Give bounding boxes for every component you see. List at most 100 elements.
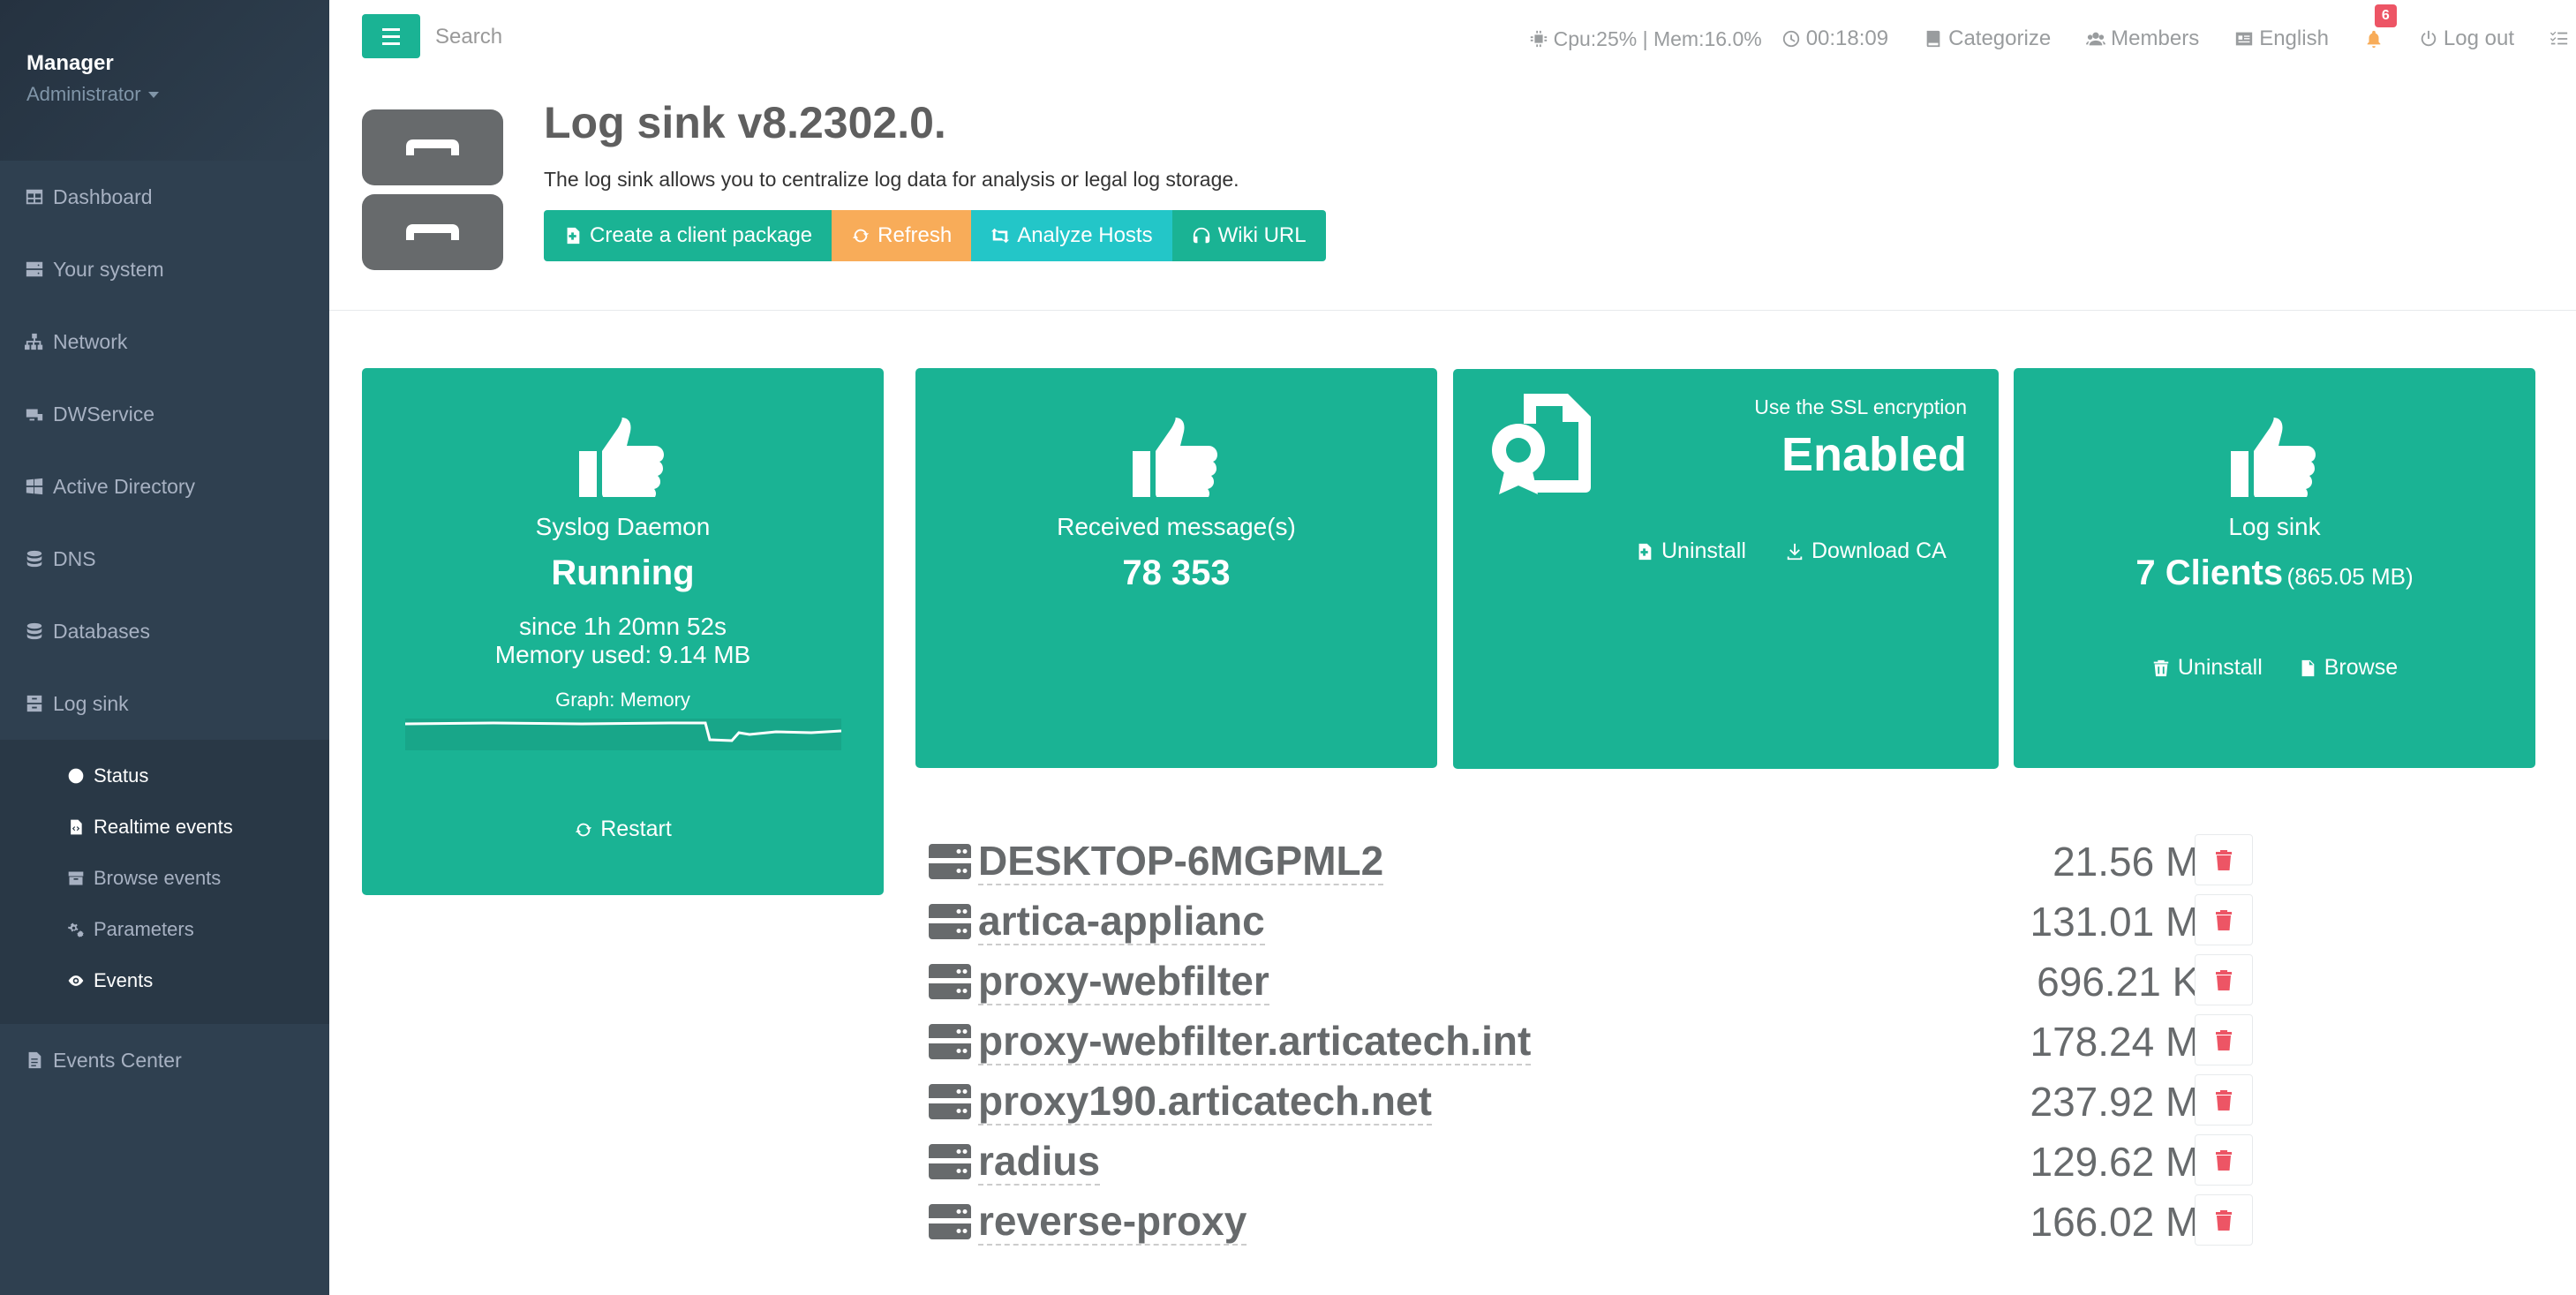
host-row: radius 129.62 MB — [929, 1132, 2253, 1192]
wiki-url-button[interactable]: Wiki URL — [1171, 210, 1326, 261]
ssl-uninstall-link[interactable]: Uninstall — [1635, 538, 1746, 564]
search-input[interactable] — [435, 18, 788, 56]
submenu-item-parameters[interactable]: Parameters — [0, 904, 329, 955]
hamburger-icon-bar — [382, 41, 400, 45]
host-size: 131.01 MB — [2030, 899, 2226, 945]
submenu-item-label: Realtime events — [94, 816, 233, 838]
sidebar-item-active-directory[interactable]: Active Directory — [0, 450, 329, 523]
delete-host-button[interactable] — [2195, 1194, 2253, 1246]
file-code-icon — [71, 819, 82, 835]
host-name-link[interactable]: radius — [978, 1138, 1101, 1186]
sitemap-icon — [25, 333, 43, 350]
log-sink-submenu: Status Realtime events Browse events Par… — [0, 740, 329, 1024]
server-icon — [929, 1024, 971, 1059]
delete-host-button[interactable] — [2195, 834, 2253, 885]
language-label: English — [2259, 26, 2329, 50]
download-ca-link[interactable]: Download CA — [1785, 538, 1947, 564]
host-name-link[interactable]: reverse-proxy — [978, 1198, 1247, 1246]
certificate-icon — [1492, 394, 1591, 494]
restart-label: Restart — [600, 817, 672, 841]
table-icon — [26, 189, 43, 205]
log-sink-clients-widget: Log sink 7 Clients (865.05 MB) Uninstall… — [2014, 368, 2535, 768]
submenu-item-realtime-events[interactable]: Realtime events — [0, 802, 329, 853]
delete-host-button[interactable] — [2195, 1014, 2253, 1065]
profile-name: Manager — [26, 51, 114, 75]
language-selector[interactable]: English — [2234, 26, 2329, 51]
trash-icon — [2216, 970, 2232, 990]
host-name-link[interactable]: proxy-webfilter.articatech.int — [978, 1018, 1532, 1065]
sidebar-item-databases[interactable]: Databases — [0, 595, 329, 667]
retweet-icon — [991, 228, 1010, 244]
host-name-link[interactable]: DESKTOP-6MGPML2 — [978, 838, 1384, 885]
browse-link[interactable]: Browse — [2298, 655, 2398, 681]
cpu-mem-text: Cpu:25% | Mem:16.0% — [1553, 26, 1762, 50]
host-name-link[interactable]: proxy-webfilter — [978, 958, 1269, 1005]
dashboard-gauge-icon — [68, 768, 84, 784]
memory-sparkline — [404, 719, 841, 750]
logsink-label: Log sink — [2228, 513, 2321, 540]
restart-link[interactable]: Restart — [574, 817, 672, 842]
header-action-buttons: Create a client package Refresh Analyze … — [544, 210, 1326, 261]
host-size: 237.92 MB — [2030, 1079, 2226, 1125]
delete-host-button[interactable] — [2195, 894, 2253, 945]
refresh-button[interactable]: Refresh — [832, 210, 972, 261]
submenu-item-label: Events — [94, 969, 154, 991]
members-link[interactable]: Members — [2086, 26, 2199, 51]
sidebar-item-log-sink[interactable]: Log sink — [0, 667, 329, 740]
logsink-uninstall-link[interactable]: Uninstall — [2151, 655, 2263, 681]
ssl-encryption-widget: Use the SSL encryption Enabled Uninstall… — [1453, 369, 1999, 769]
sidebar-item-dns[interactable]: DNS — [0, 523, 329, 595]
server-icon — [929, 1204, 971, 1239]
sidebar-item-label: Events Center — [53, 1048, 182, 1072]
sidebar-item-label: Your system — [53, 257, 164, 281]
sidebar-item-dwservice[interactable]: DWService — [0, 378, 329, 450]
submenu-item-events[interactable]: Events — [0, 955, 329, 1006]
eye-icon — [68, 975, 84, 986]
create-client-package-button[interactable]: Create a client package — [544, 210, 832, 261]
sidebar-item-label: Log sink — [53, 691, 129, 715]
sidebar-item-network[interactable]: Network — [0, 305, 329, 378]
sidebar-nav: Dashboard Your system Network DWService … — [0, 161, 329, 740]
sidebar-item-label: Network — [53, 329, 128, 353]
server-icon — [929, 1084, 971, 1119]
notifications-button[interactable]: 6 — [2364, 4, 2397, 49]
filing-cabinet-icon — [362, 109, 503, 270]
gears-icon — [67, 922, 84, 937]
hamburger-icon — [382, 27, 400, 31]
delete-host-button[interactable] — [2195, 1074, 2253, 1126]
clock-icon — [1782, 30, 1799, 48]
submenu-item-browse-events[interactable]: Browse events — [0, 853, 329, 904]
page-header: Log sink v8.2302.0. The log sink allows … — [329, 78, 2576, 311]
ssl-label: Use the SSL encryption — [1754, 395, 1967, 418]
submenu-item-status[interactable]: Status — [0, 750, 329, 802]
delete-host-button[interactable] — [2195, 1134, 2253, 1186]
tasks-toggle[interactable] — [2550, 29, 2569, 49]
users-icon — [2086, 32, 2106, 46]
sidebar-item-dashboard[interactable]: Dashboard — [0, 161, 329, 233]
host-name-link[interactable]: artica-applianc — [978, 898, 1265, 945]
caret-down-icon — [147, 91, 159, 98]
sidebar: Manager Administrator Dashboard Your sys… — [0, 0, 329, 1295]
clients-total-size: (865.05 MB) — [2286, 563, 2414, 590]
host-row: proxy190.articatech.net 237.92 MB — [929, 1072, 2253, 1132]
page-title: Log sink v8.2302.0. — [544, 98, 946, 147]
sidebar-item-your-system[interactable]: Your system — [0, 233, 329, 305]
sidebar-item-events-center[interactable]: Events Center — [0, 1024, 329, 1096]
refresh-label: Refresh — [877, 223, 953, 247]
logout-label: Log out — [2443, 26, 2514, 50]
server-icon — [26, 261, 43, 277]
syslog-memory: Memory used: 9.14 MB — [494, 641, 751, 668]
thumbs-up-icon — [1132, 418, 1217, 501]
sidebar-item-label: Active Directory — [53, 474, 196, 498]
host-name-link[interactable]: proxy190.articatech.net — [978, 1078, 1432, 1126]
profile-role-dropdown[interactable]: Administrator — [26, 83, 329, 106]
profile-block: Manager Administrator — [0, 0, 329, 161]
analyze-hosts-button[interactable]: Analyze Hosts — [971, 210, 1172, 261]
categorize-link[interactable]: Categorize — [1924, 26, 2051, 51]
delete-host-button[interactable] — [2195, 954, 2253, 1005]
logout-link[interactable]: Log out — [2419, 26, 2514, 51]
host-size: 696.21 KB — [2037, 959, 2226, 1005]
menu-toggle-button[interactable] — [362, 14, 420, 58]
uptime-indicator: 00:18:09 — [1781, 26, 1888, 51]
package-icon — [567, 227, 580, 245]
